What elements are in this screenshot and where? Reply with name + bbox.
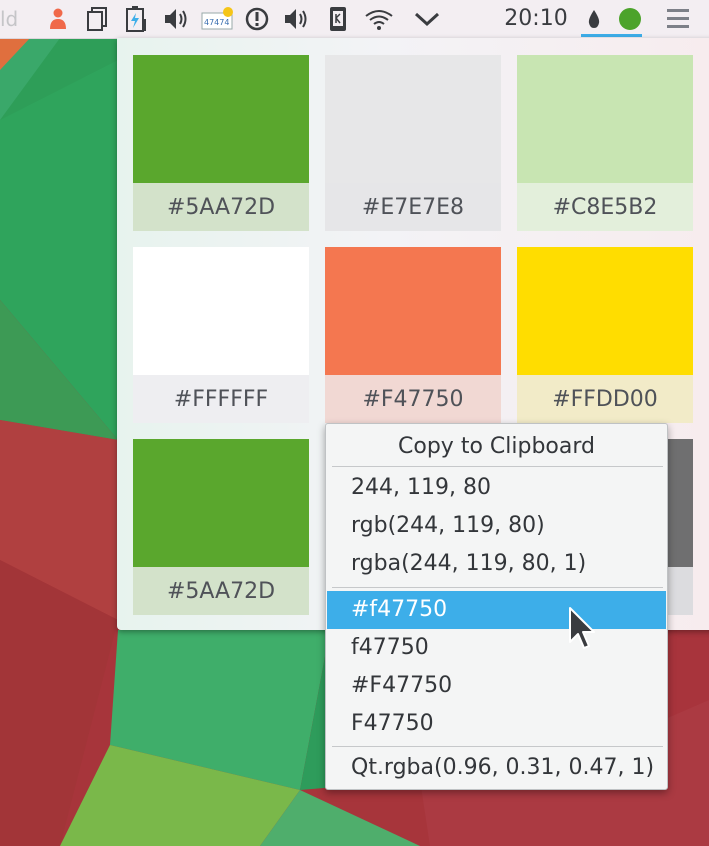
swatch-label[interactable]: #5AA72D (133, 567, 309, 615)
menu-item-hex-lower-hash[interactable]: #f47750 (327, 591, 666, 629)
swatch-color[interactable] (517, 247, 693, 375)
task-title-fragment[interactable]: ld (0, 6, 18, 32)
color-swatch[interactable]: #5AA72D (133, 439, 309, 615)
swatch-color[interactable] (325, 55, 501, 183)
copy-context-menu: Copy to Clipboard 244, 119, 80 rgb(244, … (325, 423, 668, 790)
clock[interactable]: 20:10 (500, 5, 572, 33)
color-picker-icon[interactable] (582, 4, 606, 34)
swatch-color[interactable] (133, 55, 309, 183)
volume-icon[interactable] (160, 4, 194, 34)
menu-item-rgb[interactable]: rgb(244, 119, 80) (327, 507, 666, 545)
swatch-label[interactable]: #FFFFFF (133, 375, 309, 423)
color-swatch[interactable]: #FFDD00 (517, 247, 693, 423)
menu-item-hex-upper-hash[interactable]: #F47750 (327, 667, 666, 705)
expand-tray-icon[interactable] (410, 4, 444, 34)
menu-separator (332, 746, 663, 747)
panel-menu-icon[interactable] (660, 4, 696, 34)
notifications-icon[interactable] (242, 4, 272, 34)
menu-item-hex-upper[interactable]: F47750 (327, 705, 666, 743)
weather-icon[interactable]: 47474 (200, 4, 236, 34)
kde-connect-icon[interactable] (324, 4, 352, 34)
weather-text: 47474 (204, 18, 229, 27)
color-preview-icon[interactable] (614, 4, 646, 34)
color-swatch[interactable]: #E7E7E8 (325, 55, 501, 231)
swatch-label[interactable]: #C8E5B2 (517, 183, 693, 231)
color-swatch[interactable]: #F47750 (325, 247, 501, 423)
swatch-label[interactable]: #E7E7E8 (325, 183, 501, 231)
color-swatch[interactable]: #5AA72D (133, 55, 309, 231)
clipboard-icon[interactable] (84, 4, 112, 34)
user-switcher-icon[interactable] (44, 4, 72, 34)
menu-separator (332, 587, 663, 588)
menu-item-qt-rgba[interactable]: Qt.rgba(0.96, 0.31, 0.47, 1) (327, 749, 666, 787)
wifi-icon[interactable] (362, 4, 396, 34)
swatch-label[interactable]: #5AA72D (133, 183, 309, 231)
swatch-label[interactable]: #FFDD00 (517, 375, 693, 423)
swatch-color[interactable] (133, 439, 309, 567)
menu-separator (332, 466, 663, 467)
color-swatch[interactable]: #FFFFFF (133, 247, 309, 423)
top-panel: ld 47474 20:10 (0, 0, 709, 39)
menu-item-rgb-plain[interactable]: 244, 119, 80 (327, 469, 666, 507)
swatch-color[interactable] (517, 55, 693, 183)
volume-icon-2[interactable] (280, 4, 314, 34)
active-indicator (581, 34, 642, 37)
menu-item-hex-lower[interactable]: f47750 (327, 629, 666, 667)
swatch-color[interactable] (325, 247, 501, 375)
swatch-label[interactable]: #F47750 (325, 375, 501, 423)
menu-title: Copy to Clipboard (398, 434, 595, 459)
mouse-cursor-icon (569, 607, 595, 649)
menu-item-rgba[interactable]: rgba(244, 119, 80, 1) (327, 545, 666, 583)
battery-icon[interactable] (122, 4, 150, 34)
color-swatch[interactable]: #C8E5B2 (517, 55, 693, 231)
swatch-color[interactable] (133, 247, 309, 375)
